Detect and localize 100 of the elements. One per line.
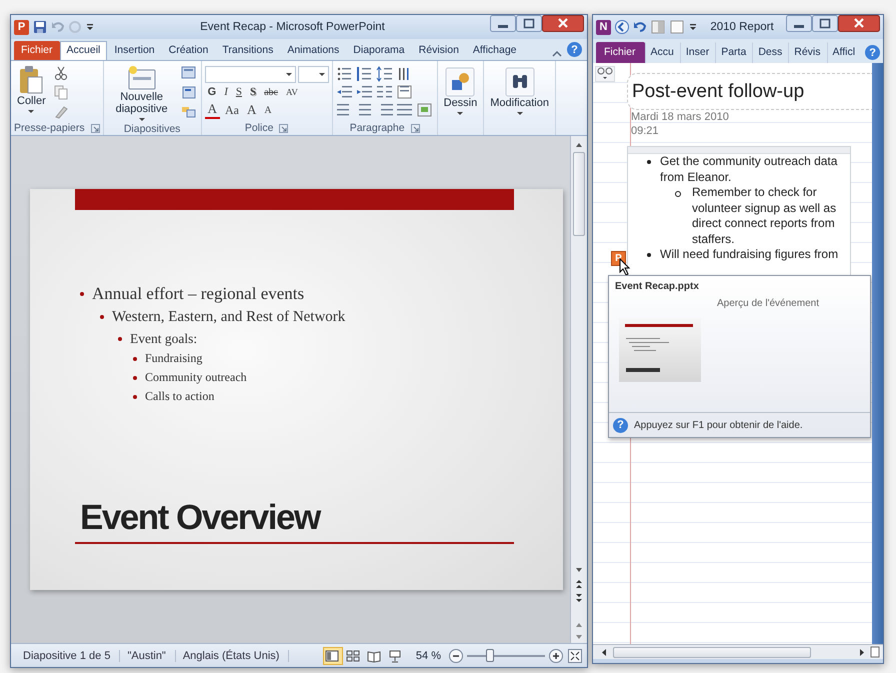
dialog-launcher-icon[interactable]: [410, 124, 420, 132]
bullet-icon: [647, 160, 651, 164]
columns-icon[interactable]: [376, 84, 394, 100]
slide-bullet-text: Fundraising: [145, 351, 202, 366]
caret-icon: [516, 112, 523, 115]
bullet-icon: [133, 356, 137, 360]
bullet-icon: [647, 253, 651, 257]
numbered-list-icon[interactable]: [356, 66, 374, 82]
smartart-icon[interactable]: [416, 102, 434, 118]
note-text: Get the community outreach data from Eleanor.: [660, 154, 838, 185]
group-label: Presse-papiers: [14, 122, 85, 134]
ribbon-tab[interactable]: Création: [162, 41, 216, 60]
bullet-icon: [133, 376, 137, 380]
font-name-field[interactable]: [204, 66, 296, 83]
help-hint: Appuyez sur F1 pour obtenir de l'aide.: [634, 420, 803, 430]
bullet-icon: [100, 315, 104, 319]
dock-icon[interactable]: [650, 19, 666, 35]
ribbon-tab[interactable]: Insertion: [107, 41, 162, 60]
dialog-launcher-icon[interactable]: [279, 124, 288, 132]
ribbon-tab[interactable]: Affichage: [466, 41, 524, 60]
ribbon-tab[interactable]: Révision: [412, 41, 466, 60]
line-spacing-icon[interactable]: [376, 66, 394, 82]
align-text-icon[interactable]: [396, 84, 414, 100]
binoculars-icon: [504, 67, 535, 97]
file-name: Event Recap.pptx: [615, 281, 700, 292]
caret-icon: [28, 110, 34, 113]
shapes-icon: [445, 67, 476, 97]
note-text: Will need fundraising figures from: [660, 247, 840, 262]
back-icon[interactable]: [614, 19, 630, 35]
new-slide-button[interactable]: Nouvelle diapositive: [106, 63, 177, 123]
drawing-button[interactable]: Dessin: [440, 65, 480, 121]
close-button[interactable]: [542, 15, 584, 32]
clipboard-icon: [18, 65, 44, 95]
format-button[interactable]: A: [261, 104, 275, 116]
ribbon-tab[interactable]: Transitions: [215, 41, 280, 60]
caret-icon: [138, 118, 145, 121]
maximize-button[interactable]: [812, 15, 838, 32]
decrease-indent-icon[interactable]: [336, 84, 354, 100]
save-icon[interactable]: [32, 19, 48, 35]
file-tab[interactable]: Fichier: [596, 42, 645, 63]
format-button[interactable]: A: [204, 101, 220, 119]
font-size-field[interactable]: [298, 66, 329, 83]
slide-title: Event Overview: [79, 498, 322, 538]
layout-icon[interactable]: [180, 65, 198, 81]
app-icon: N: [596, 20, 611, 34]
help-button[interactable]: ?: [865, 45, 880, 60]
preview-caption: Aperçu de l'événement: [716, 297, 819, 311]
slide-bullet-text: Western, Eastern, and Rest of Network: [112, 308, 346, 326]
justify-icon[interactable]: [396, 102, 414, 118]
drag-handle[interactable]: [628, 147, 850, 154]
slide-bullet-text: Community outreach: [145, 370, 247, 385]
bullet-list-icon[interactable]: [336, 66, 354, 82]
ribbon-tab[interactable]: Accueil: [60, 41, 108, 60]
maximize-button[interactable]: [516, 15, 542, 32]
zoom-level[interactable]: 54 %: [416, 650, 441, 662]
caret-icon: [286, 73, 292, 76]
format-button[interactable]: Aa: [222, 102, 242, 118]
group-label: Police: [244, 122, 274, 134]
help-icon[interactable]: ?: [613, 418, 628, 432]
help-button[interactable]: ?: [567, 42, 582, 57]
slide-icon: [126, 65, 157, 91]
format-button[interactable]: S: [246, 86, 260, 98]
vertical-scrollbar[interactable]: [570, 136, 587, 643]
ribbon-tab[interactable]: Diaporama: [346, 41, 412, 60]
window-title: 2010 Report: [709, 21, 775, 33]
bullet-icon: [118, 336, 122, 340]
slider-thumb[interactable]: [486, 648, 494, 662]
zoom-in-icon[interactable]: [548, 648, 564, 664]
format-button[interactable]: G: [204, 86, 220, 98]
format-button[interactable]: AV: [283, 87, 301, 97]
minimize-button[interactable]: [490, 15, 516, 32]
minimize-button[interactable]: [786, 15, 812, 32]
paste-button[interactable]: Coller: [14, 63, 49, 121]
page-date: Mardi 18 mars 2010: [630, 110, 730, 124]
bullet-icon: [675, 191, 681, 197]
undo-icon[interactable]: [633, 19, 647, 35]
fit-window-icon[interactable]: [567, 648, 583, 664]
zoom-out-icon[interactable]: [448, 648, 464, 664]
dialog-launcher-icon[interactable]: [90, 124, 100, 132]
editing-button[interactable]: Modification: [487, 65, 552, 121]
glasses-icon[interactable]: [595, 66, 615, 82]
note-text: Remember to check for volunteer signup as well as direct connect reports from staffers.: [692, 185, 838, 247]
normal-view-icon[interactable]: [324, 648, 342, 664]
slide-bullet-text: Annual effort – regional events: [92, 284, 304, 304]
format-button[interactable]: I: [221, 86, 231, 98]
close-button[interactable]: [838, 15, 880, 32]
scroll-thumb[interactable]: [613, 646, 811, 658]
scroll-thumb[interactable]: [573, 152, 585, 236]
ribbon-tab[interactable]: Animations: [280, 41, 346, 60]
reset-icon[interactable]: [180, 84, 198, 100]
format-button[interactable]: S: [232, 86, 245, 98]
slide-bullet-text: Calls to action: [145, 389, 214, 404]
format-button[interactable]: A: [244, 102, 260, 118]
horizontal-scrollbar[interactable]: [593, 644, 883, 659]
new-page-icon[interactable]: [869, 646, 881, 658]
increase-indent-icon[interactable]: [356, 84, 374, 100]
file-tab[interactable]: Fichier: [14, 41, 60, 60]
status-text: Diapositive 1 de 5: [19, 650, 120, 662]
format-button[interactable]: abc: [261, 86, 281, 98]
app-icon: P: [14, 20, 29, 34]
